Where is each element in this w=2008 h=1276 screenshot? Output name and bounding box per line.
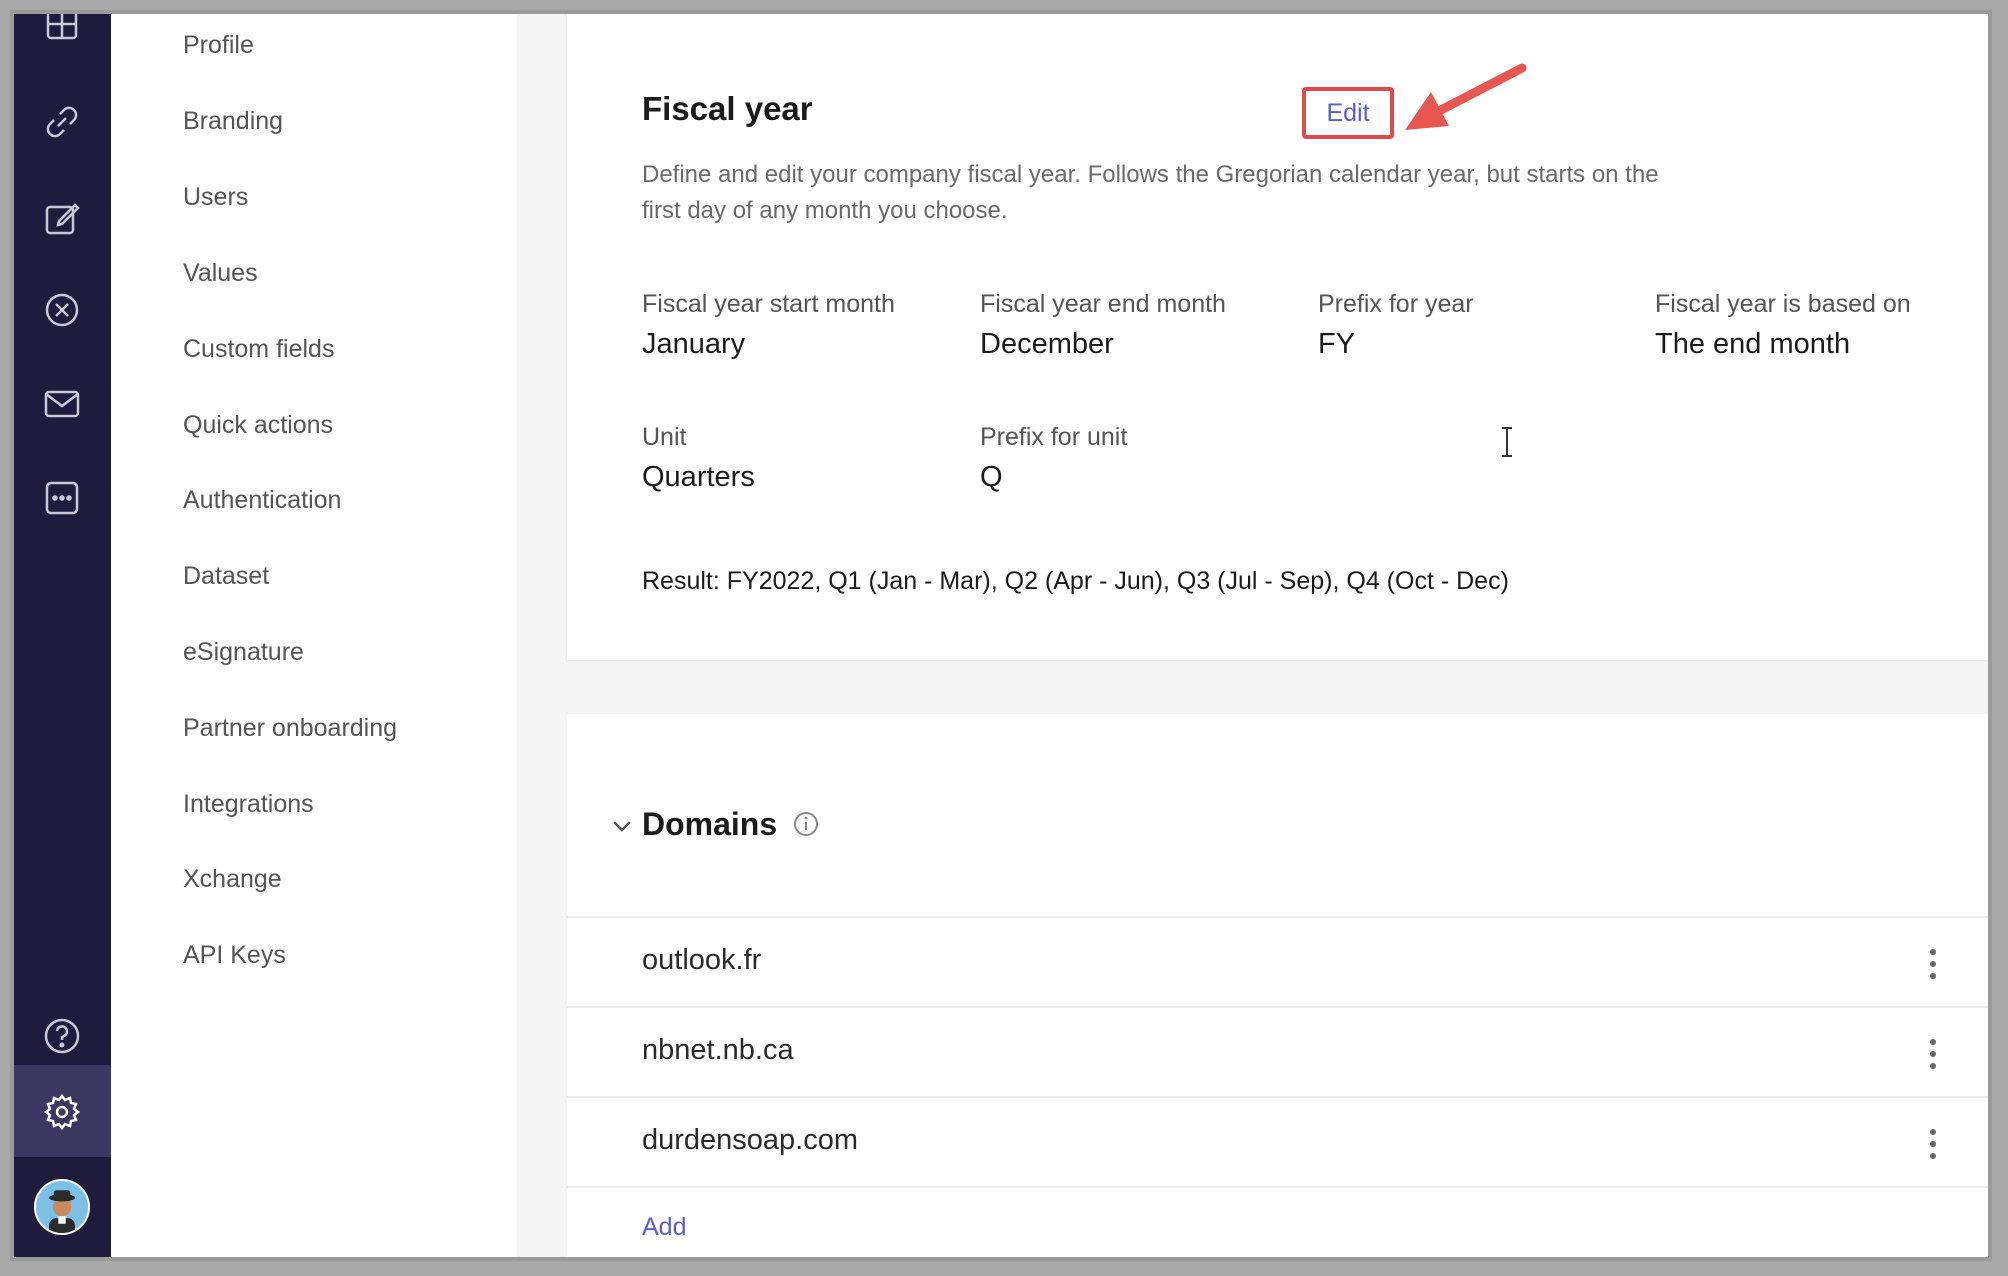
cancel-circle-icon[interactable] [38,286,86,334]
nav-item-dataset[interactable]: Dataset [183,562,269,591]
nav-item-authentication[interactable]: Authentication [183,486,341,515]
main-content: Fiscal year Edit Define and edit your co… [517,14,1988,1257]
field-value-based-on: The end month [1655,328,1851,360]
nav-item-api-keys[interactable]: API Keys [183,941,286,970]
nav-item-branding[interactable]: Branding [183,107,283,136]
icon-rail [14,14,111,1257]
mail-icon[interactable] [38,380,86,428]
field-label-prefix-unit: Prefix for unit [980,423,1128,451]
domain-name: nbnet.nb.ca [642,1034,794,1066]
field-label-based-on: Fiscal year is based on [1655,290,1911,318]
field-value-start-month: January [642,328,746,360]
nav-item-custom-fields[interactable]: Custom fields [183,335,334,364]
chat-dots-icon[interactable] [38,474,86,522]
field-value-prefix-unit: Q [980,461,1003,493]
add-row [567,1186,1988,1257]
fiscal-year-title: Fiscal year [642,90,813,127]
field-value-end-month: December [980,328,1114,360]
field-label-end-month: Fiscal year end month [980,290,1226,318]
nav-item-integrations[interactable]: Integrations [183,790,314,819]
add-domain-link[interactable]: Add [642,1213,686,1242]
more-vertical-icon[interactable] [1926,946,1940,982]
edit-fiscal-year-button[interactable]: Edit [1302,87,1394,139]
nav-item-quick-actions[interactable]: Quick actions [183,411,333,440]
gear-icon[interactable] [38,1088,86,1136]
field-value-prefix-year: FY [1318,328,1356,360]
domains-title: Domains [642,806,778,842]
field-label-prefix-year: Prefix for year [1318,290,1474,318]
app-window: Profile Branding Users Values Custom fie… [10,10,1992,1261]
nav-item-values[interactable]: Values [183,259,258,288]
nav-item-profile[interactable]: Profile [183,31,254,60]
field-label-start-month: Fiscal year start month [642,290,895,318]
more-vertical-icon[interactable] [1926,1126,1940,1162]
annotation-arrow-icon [1405,63,1527,130]
text-cursor-icon [1502,427,1512,457]
fiscal-year-description: Define and edit your company fiscal year… [642,161,1659,224]
help-icon[interactable] [38,1012,86,1060]
nav-item-partner-onboarding[interactable]: Partner onboarding [183,714,397,743]
grid-icon[interactable] [38,14,86,48]
avatar[interactable] [34,1179,90,1235]
domain-name: durdensoap.com [642,1124,859,1156]
nav-item-xchange[interactable]: Xchange [183,865,282,894]
edit-icon[interactable] [38,194,86,242]
fiscal-year-result: Result: FY2022, Q1 (Jan - Mar), Q2 (Apr … [642,567,1509,595]
settings-nav: Profile Branding Users Values Custom fie… [111,14,517,1257]
domain-row: durdensoap.com [567,1096,1988,1186]
domain-name: outlook.fr [642,944,762,976]
link-icon[interactable] [38,98,86,146]
chevron-down-icon[interactable] [607,812,637,842]
field-label-unit: Unit [642,423,687,451]
more-vertical-icon[interactable] [1926,1036,1940,1072]
domain-row: outlook.fr [567,916,1988,1006]
domain-row: nbnet.nb.ca [567,1006,1988,1096]
info-icon[interactable] [791,809,821,839]
nav-item-esignature[interactable]: eSignature [183,638,304,667]
nav-item-users[interactable]: Users [183,183,248,212]
field-value-unit: Quarters [642,461,755,493]
